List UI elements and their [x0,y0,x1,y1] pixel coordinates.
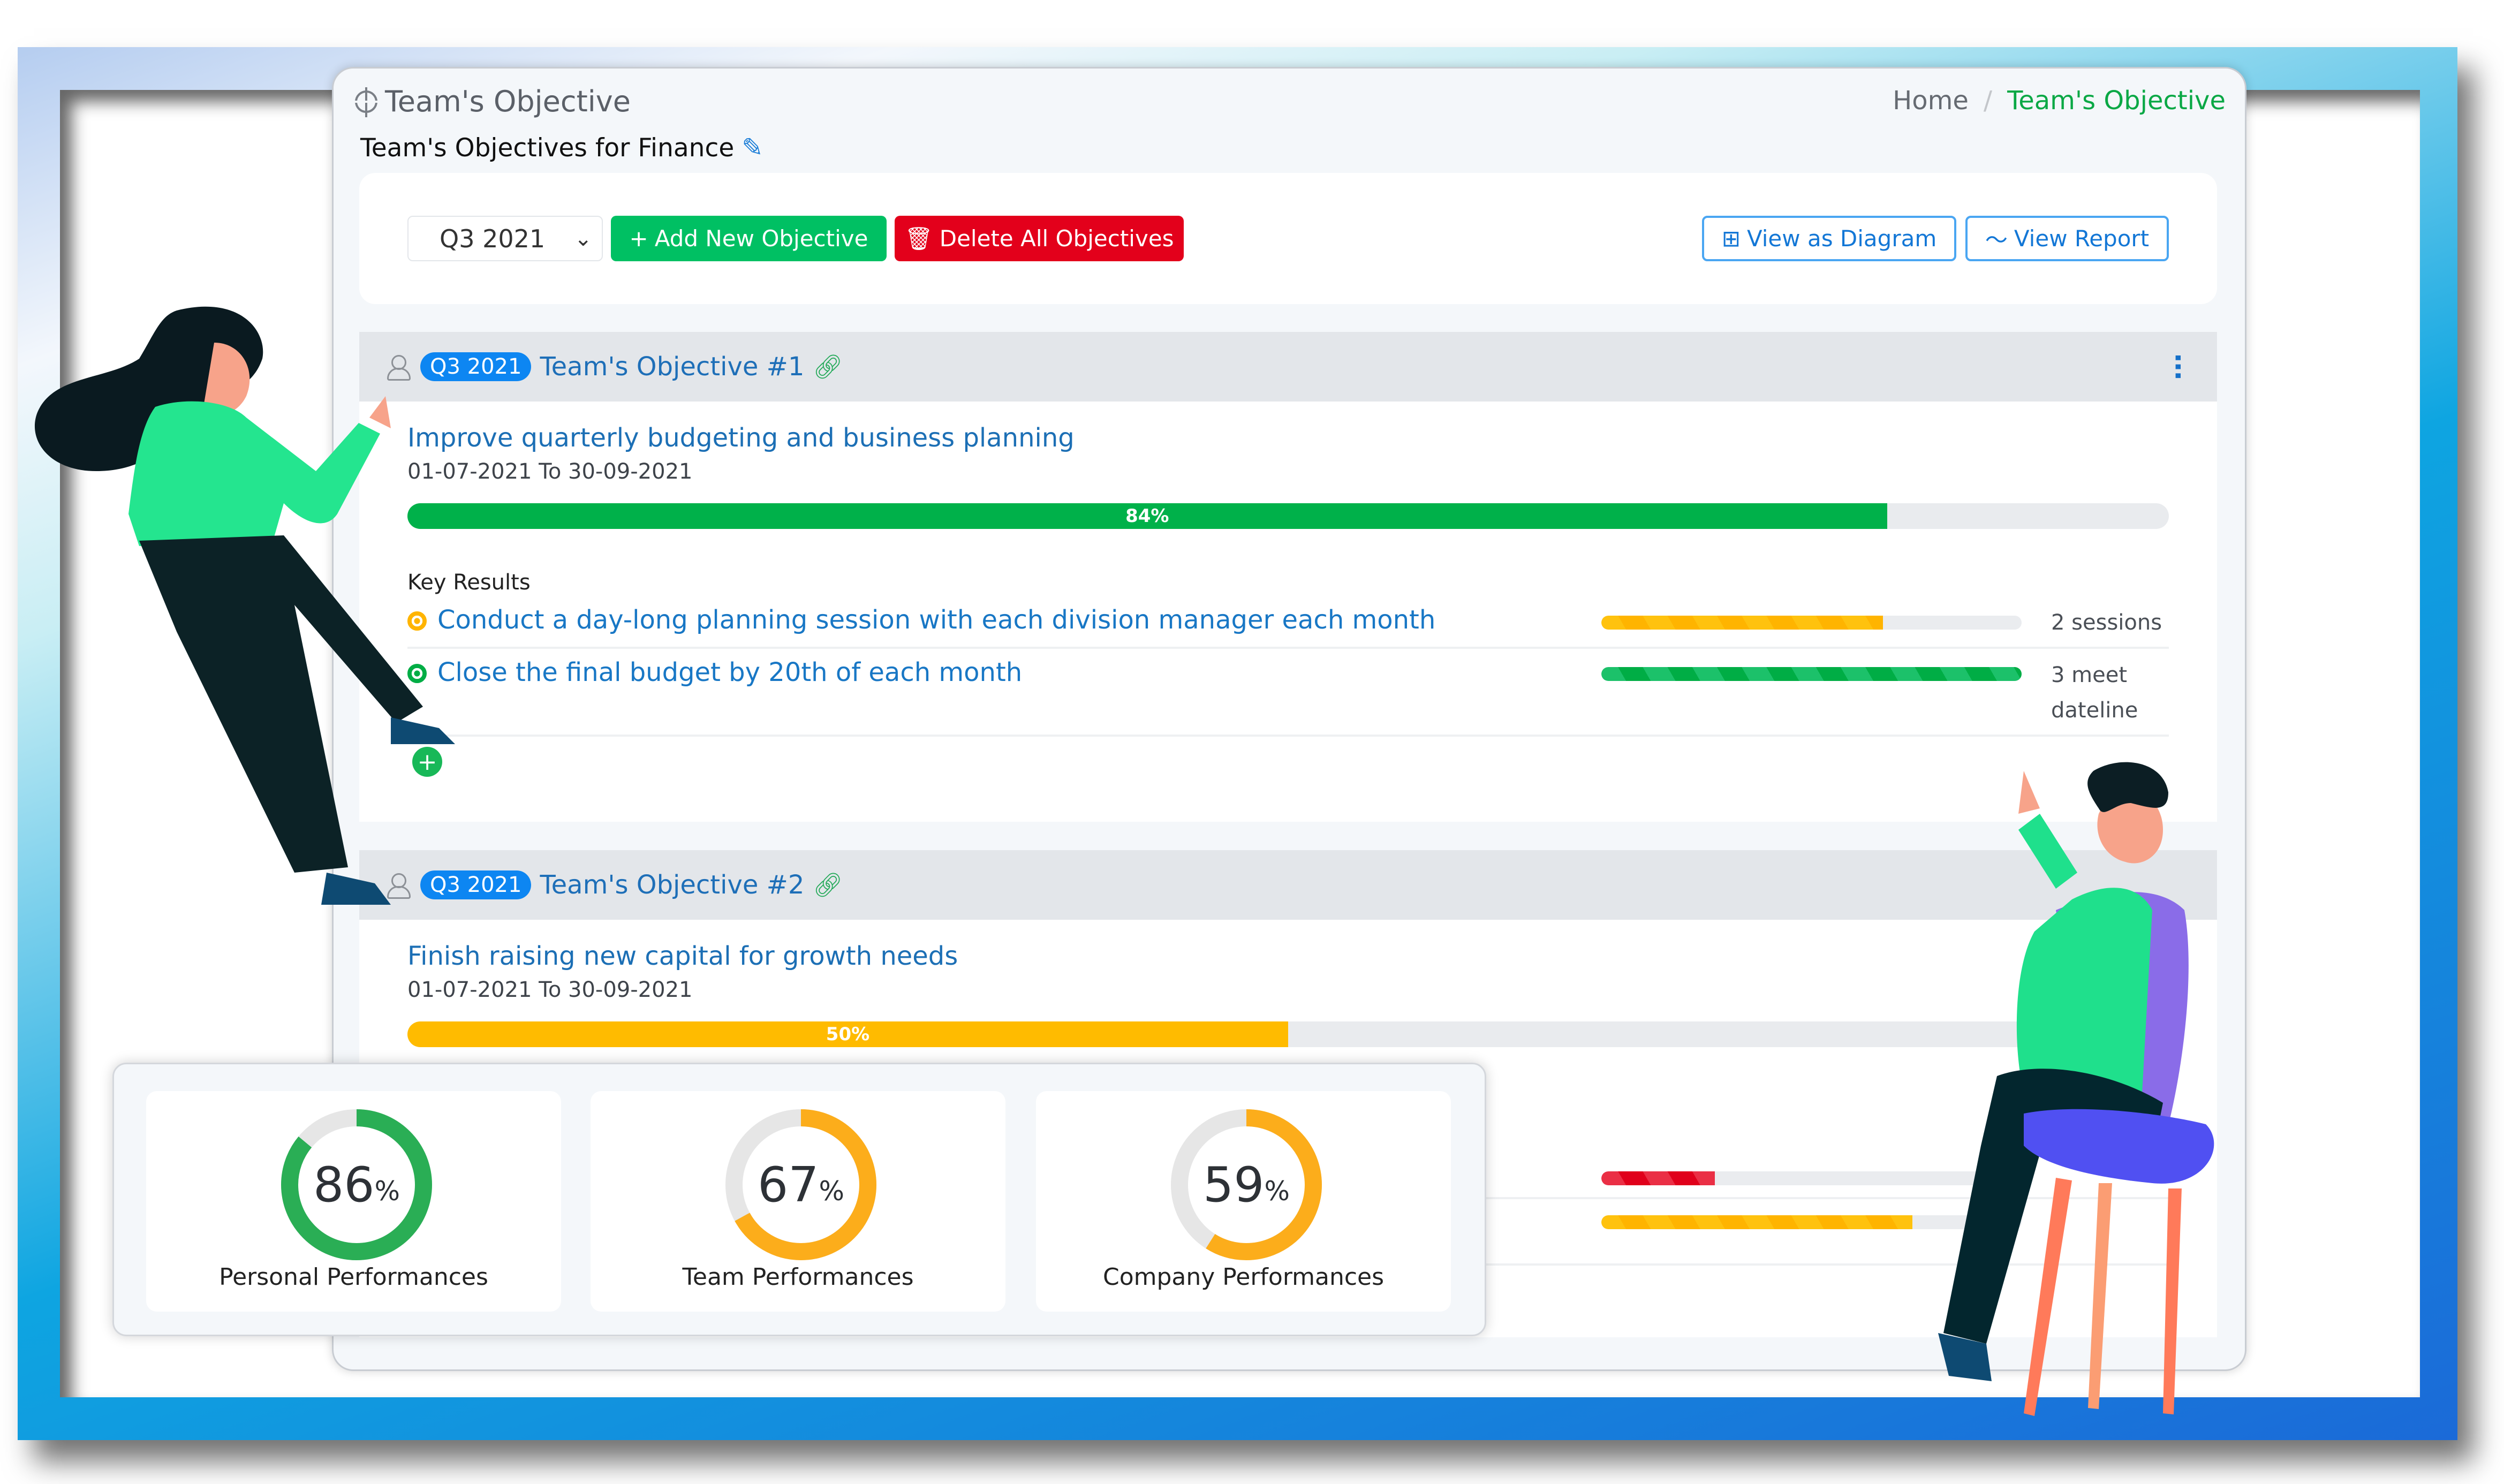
quarter-select-value: Q3 2021 [440,224,546,253]
breadcrumb-separator: / [1983,86,1993,116]
gauge-unit: % [374,1176,400,1207]
section-subtitle: Team's Objectives for Finance ✎ [360,133,763,163]
add-objective-button[interactable]: + Add New Objective [611,216,887,261]
link-icon[interactable]: 🔗︎ [813,871,843,899]
team-performance-value: 67% [723,1107,879,1262]
trash-icon: 🗑︎ [904,225,933,252]
trend-line-icon: 〜 [1985,227,2008,253]
objective-dates: 01-07-2021 To 30-09-2021 [407,978,693,1002]
team-performance-card: 67% Team Performances [591,1091,1005,1312]
view-diagram-label: View as Diagram [1746,225,1937,252]
personal-performance-label: Personal Performances [219,1263,488,1291]
key-result-text[interactable]: Conduct a day-long planning session with… [437,605,1435,635]
plus-icon: + [629,225,648,252]
delete-all-objectives-button[interactable]: 🗑︎ Delete All Objectives [895,216,1184,261]
gauge-number: 59 [1202,1156,1265,1213]
company-performance-value: 59% [1169,1107,1324,1262]
crosshair-icon [352,87,382,117]
breadcrumb-home-link[interactable]: Home [1893,86,1969,116]
quarter-select[interactable]: Q3 2021 ⌄ [407,216,603,261]
key-result-value: 3 meet dateline [2051,663,2138,723]
key-result-row: Conduct a day-long planning session with… [407,600,2169,649]
more-options-icon[interactable]: ⋯ [2162,353,2193,380]
man-on-chair-illustration [1938,762,2214,1416]
key-result-progress-bar [1601,667,2022,681]
objective-title-link[interactable]: Team's Objective #1 [540,352,804,382]
performance-panel: 86% Personal Performances 67% Team Perfo… [112,1063,1486,1336]
pencil-edit-icon[interactable]: ✎ [742,133,763,163]
gauge-unit: % [1264,1176,1290,1207]
gauge-unit: % [819,1176,845,1207]
woman-illustration [34,306,455,905]
view-report-label: View Report [2014,225,2150,252]
delete-all-label: Delete All Objectives [939,225,1174,252]
link-icon[interactable]: 🔗︎ [813,353,843,381]
objective-progress-bar: 84% [407,503,2169,529]
key-result-progress-fill [1601,667,2022,681]
personal-performance-card: 86% Personal Performances [146,1091,561,1312]
team-performance-label: Team Performances [682,1263,914,1291]
breadcrumb: Home / Team's Objective [1893,86,2226,116]
objective-name[interactable]: Improve quarterly budgeting and business… [407,423,1075,453]
toolbar: Q3 2021 ⌄ + Add New Objective 🗑︎ Delete … [359,173,2217,304]
key-result-value: 2 sessions [2051,610,2162,635]
company-performance-card: 59% Company Performances [1036,1091,1451,1312]
key-result-progress-bar [1601,616,2022,630]
add-objective-label: Add New Objective [654,225,868,252]
gauge-number: 67 [757,1156,819,1213]
key-result-text[interactable]: Close the final budget by 20th of each m… [437,657,1022,687]
company-performance-label: Company Performances [1102,1263,1385,1291]
key-result-progress-fill [1601,1171,1715,1185]
breadcrumb-current: Team's Objective [2007,86,2226,116]
key-result-progress-fill [1601,616,1883,630]
personal-performance-value: 86% [279,1107,434,1262]
objective-progress-fill: 50% [407,1021,1288,1047]
objective-title-link[interactable]: Team's Objective #2 [540,870,804,900]
grid-icon: ⊞ [1721,225,1741,252]
objective-progress-fill: 84% [407,503,1887,529]
subtitle-text: Team's Objectives for Finance [360,133,735,163]
page-title: Team's Objective [352,85,631,118]
page-title-text: Team's Objective [385,85,631,118]
objective-header: Q3 2021 Team's Objective #1 🔗︎ ⋯ [359,332,2217,402]
view-as-diagram-button[interactable]: ⊞ View as Diagram [1702,216,1956,261]
view-report-button[interactable]: 〜 View Report [1965,216,2169,261]
chevron-down-icon: ⌄ [574,226,592,251]
key-result-row: Close the final budget by 20th of each m… [407,649,2169,737]
objective-name[interactable]: Finish raising new capital for growth ne… [407,941,958,971]
gauge-number: 86 [313,1156,375,1213]
